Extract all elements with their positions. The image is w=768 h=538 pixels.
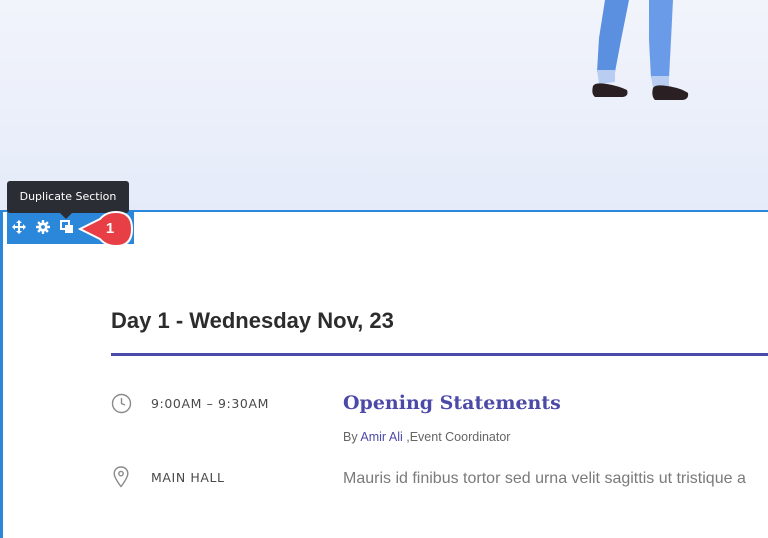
session-title[interactable]: Opening Statements [343,392,561,414]
location-pin-icon [113,466,129,488]
duplicate-section-tooltip: Duplicate Section [7,181,129,219]
session-description: Mauris id finibus tortor sed urna velit … [343,470,746,487]
step-badge-number: 1 [105,220,115,237]
speaker-link[interactable]: Amir Ali [360,430,402,444]
heading-divider [111,353,768,356]
gear-icon[interactable] [34,218,52,236]
move-icon[interactable] [10,218,28,236]
schedule-section[interactable] [0,210,768,538]
by-label: By [343,430,358,444]
section-outline [0,210,3,538]
duplicate-icon[interactable] [58,218,76,236]
session-location: MAIN HALL [151,470,225,485]
clock-icon [111,393,132,414]
day-heading: Day 1 - Wednesday Nov, 23 [111,308,394,333]
person-illustration [592,0,689,100]
session-time: 9:00AM – 9:30AM [151,396,270,411]
speaker-role: ,Event Coordinator [406,430,511,444]
hero-background [0,0,768,211]
session-byline: By Amir Ali ,Event Coordinator [343,430,510,444]
